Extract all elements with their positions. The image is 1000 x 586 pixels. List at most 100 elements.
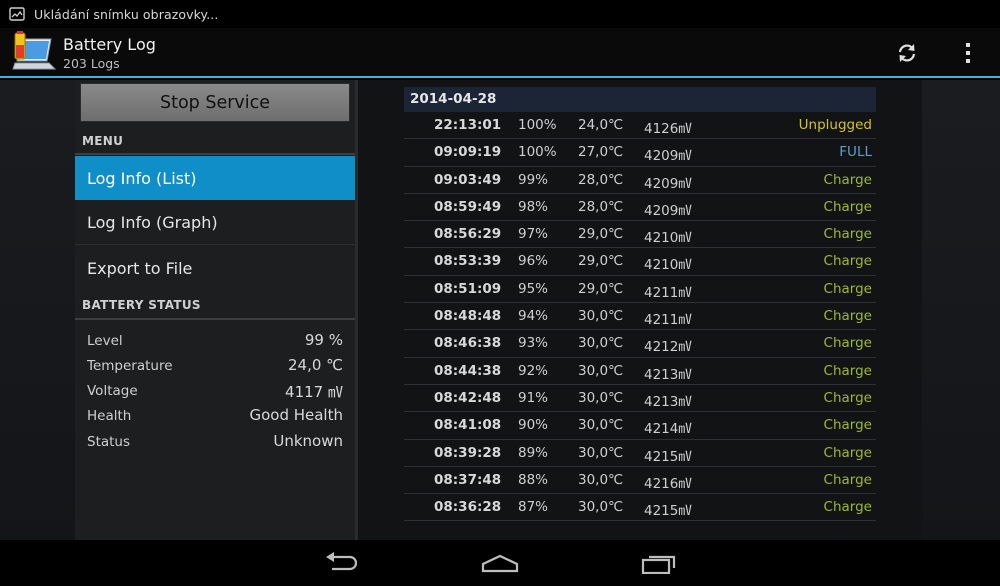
log-level: 97% (518, 226, 549, 243)
log-voltage: 4210㎷ (644, 230, 692, 247)
log-time: 09:03:49 (434, 171, 502, 188)
log-voltage: 4209㎷ (644, 175, 692, 192)
log-time: 09:09:19 (434, 144, 502, 161)
status-value: Good Health (249, 406, 343, 424)
log-status: FULL (839, 144, 872, 161)
log-voltage: 4209㎷ (644, 202, 692, 219)
status-row-temperature: Temperature 24,0 ℃ (87, 355, 343, 377)
status-value: Unknown (273, 432, 343, 450)
menu-item-label: Log Info (Graph) (87, 213, 218, 232)
log-row[interactable]: 08:41:08 90% 30,0℃ 4214㎷ Charge (404, 412, 876, 440)
status-key: Status (87, 434, 131, 450)
log-row[interactable]: 08:36:28 87% 30,0℃ 4215㎷ Charge (404, 494, 876, 522)
log-status: Charge (823, 280, 872, 297)
log-voltage: 4215㎷ (644, 503, 692, 520)
log-row[interactable]: 09:03:49 99% 28,0℃ 4209㎷ Charge (404, 167, 876, 194)
log-time: 22:13:01 (434, 117, 502, 133)
log-status: Charge (823, 417, 872, 434)
status-key: Level (87, 333, 123, 349)
menu-item-export[interactable]: Export to File (75, 246, 355, 290)
status-key: Health (87, 408, 132, 424)
log-temperature: 28,0℃ (578, 171, 624, 188)
log-time: 08:44:38 (434, 362, 502, 379)
action-bar: Battery Log 203 Logs (0, 28, 1000, 78)
log-time: 08:41:08 (434, 417, 502, 434)
log-row[interactable]: 08:59:49 98% 28,0℃ 4209㎷ Charge (404, 194, 876, 222)
log-time: 08:56:29 (434, 226, 502, 243)
log-temperature: 30,0℃ (578, 335, 624, 352)
log-level: 89% (518, 444, 549, 461)
log-list-panel[interactable]: 2014-04-28 22:13:01 100% 24,0℃ 4126㎷ Unplugg… (358, 80, 922, 540)
log-time: 08:42:48 (434, 389, 502, 406)
log-row[interactable]: 08:42:48 91% 30,0℃ 4213㎷ Charge (404, 385, 876, 413)
log-status: Charge (823, 471, 872, 488)
app-title: Battery Log (63, 35, 156, 54)
log-level: 90% (518, 417, 549, 434)
log-temperature: 27,0℃ (578, 144, 624, 161)
log-temperature: 30,0℃ (578, 471, 624, 488)
log-time: 08:51:09 (434, 280, 502, 297)
log-level: 96% (518, 253, 549, 270)
log-status: Unplugged (798, 117, 872, 133)
log-voltage: 4215㎷ (644, 448, 692, 465)
log-list[interactable]: 22:13:01 100% 24,0℃ 4126㎷ Unplugged 09:09:19 1… (404, 112, 876, 522)
log-temperature: 29,0℃ (578, 253, 624, 270)
battery-status-header: BATTERY STATUS (82, 298, 201, 312)
log-voltage: 4211㎷ (644, 284, 692, 301)
home-button[interactable] (475, 548, 525, 578)
log-row[interactable]: 08:53:39 96% 29,0℃ 4210㎷ Charge (404, 248, 876, 276)
battery-laptop-icon[interactable] (11, 31, 59, 75)
recents-button[interactable] (634, 548, 684, 578)
log-row[interactable]: 08:48:48 94% 30,0℃ 4211㎷ Charge (404, 303, 876, 331)
home-icon (481, 554, 519, 573)
overflow-menu-button[interactable] (955, 36, 981, 70)
menu-item-log-graph[interactable]: Log Info (Graph) (75, 201, 355, 245)
log-temperature: 30,0℃ (578, 389, 624, 406)
log-row[interactable]: 08:51:09 95% 29,0℃ 4211㎷ Charge (404, 276, 876, 304)
log-temperature: 28,0℃ (578, 198, 624, 215)
log-level: 99% (518, 171, 549, 188)
log-voltage: 4214㎷ (644, 421, 692, 438)
log-status: Charge (823, 308, 872, 325)
notification-text: Ukládání snímku obrazovky... (34, 6, 219, 22)
log-row[interactable]: 08:44:38 92% 30,0℃ 4213㎷ Charge (404, 358, 876, 385)
log-row[interactable]: 08:39:28 89% 30,0℃ 4215㎷ Charge (404, 440, 876, 467)
log-voltage: 4211㎷ (644, 312, 692, 329)
status-key: Voltage (87, 383, 138, 399)
log-row[interactable]: 08:37:48 88% 30,0℃ 4216㎷ Charge (404, 467, 876, 495)
log-time: 08:37:48 (434, 471, 502, 488)
status-value: 99 % (304, 331, 343, 349)
log-voltage: 4213㎷ (644, 393, 692, 410)
log-voltage: 4209㎷ (644, 148, 692, 165)
refresh-button[interactable] (890, 36, 924, 70)
log-status: Charge (823, 499, 872, 516)
log-time: 08:36:28 (434, 499, 502, 516)
left-pane: Stop Service MENU Log Info (List) Log In… (75, 80, 355, 540)
overflow-menu-icon (966, 43, 970, 63)
stop-service-button[interactable]: Stop Service (80, 83, 350, 122)
log-status: Charge (823, 253, 872, 270)
status-bar: Ukládání snímku obrazovky... (0, 0, 1000, 28)
log-level: 98% (518, 198, 549, 215)
log-temperature: 29,0℃ (578, 280, 624, 297)
date-header: 2014-04-28 (404, 87, 876, 112)
log-status: Charge (823, 335, 872, 352)
status-row-level: Level 99 % (87, 330, 343, 352)
log-time: 08:59:49 (434, 198, 502, 215)
log-row[interactable]: 08:46:38 93% 30,0℃ 4212㎷ Charge (404, 330, 876, 358)
status-value: 4117 ㎷ (285, 383, 343, 401)
back-button[interactable] (317, 548, 367, 578)
log-voltage: 4216㎷ (644, 475, 692, 492)
log-time: 08:39:28 (434, 444, 502, 461)
log-level: 93% (518, 335, 549, 352)
refresh-icon (898, 44, 916, 62)
log-time: 08:53:39 (434, 253, 502, 270)
menu-item-log-list[interactable]: Log Info (List) (75, 156, 355, 200)
log-status: Charge (823, 198, 872, 215)
log-level: 92% (518, 362, 549, 379)
log-row[interactable]: 09:09:19 100% 27,0℃ 4209㎷ FULL (404, 139, 876, 167)
log-status: Charge (823, 171, 872, 188)
log-level: 91% (518, 389, 549, 406)
log-row[interactable]: 08:56:29 97% 29,0℃ 4210㎷ Charge (404, 221, 876, 249)
log-row[interactable]: 22:13:01 100% 24,0℃ 4126㎷ Unplugged (404, 112, 876, 140)
